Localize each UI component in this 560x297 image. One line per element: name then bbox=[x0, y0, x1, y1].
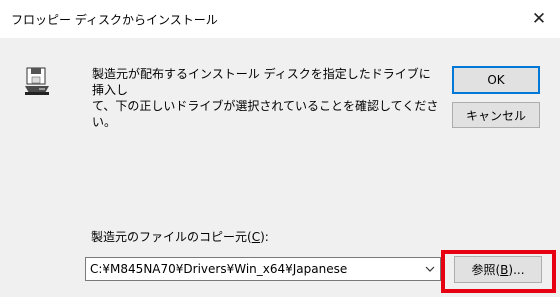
copy-from-path-value[interactable]: C:¥M845NA70¥Drivers¥Win_x64¥Japanese bbox=[90, 262, 347, 276]
browse-button[interactable]: 参照(B)... bbox=[454, 256, 542, 283]
cancel-button-label: キャンセル bbox=[465, 108, 526, 123]
copy-from-label: 製造元のファイルのコピー元(C): bbox=[91, 228, 269, 245]
floppy-drive-icon bbox=[25, 67, 49, 95]
instruction-message: 製造元が配布するインストール ディスクを指定したドライブに挿入し て、下の正しい… bbox=[92, 66, 442, 130]
ok-button-label: OK bbox=[487, 73, 505, 87]
chevron-down-icon[interactable] bbox=[422, 261, 438, 277]
browse-button-label-end: )... bbox=[508, 262, 525, 277]
close-icon: ✕ bbox=[531, 9, 547, 29]
ok-button[interactable]: OK bbox=[452, 66, 540, 94]
close-button[interactable]: ✕ bbox=[524, 6, 554, 32]
cancel-button[interactable]: キャンセル bbox=[452, 102, 540, 128]
browse-access-key: B bbox=[500, 262, 509, 277]
copy-from-label-end: ): bbox=[260, 230, 269, 244]
message-line: 製造元が配布するインストール ディスクを指定したドライブに挿入し bbox=[92, 67, 431, 97]
message-line: て、下の正しいドライブが選択されていることを確認してください。 bbox=[92, 99, 439, 129]
copy-from-combobox[interactable]: C:¥M845NA70¥Drivers¥Win_x64¥Japanese bbox=[85, 257, 441, 281]
copy-from-access-key: C bbox=[251, 230, 261, 244]
title-bar: フロッピー ディスクからインストール ✕ bbox=[0, 0, 560, 38]
browse-button-label: 参照( bbox=[471, 263, 501, 277]
window-title: フロッピー ディスクからインストール bbox=[11, 13, 218, 27]
copy-from-label-text: 製造元のファイルのコピー元( bbox=[91, 230, 252, 244]
